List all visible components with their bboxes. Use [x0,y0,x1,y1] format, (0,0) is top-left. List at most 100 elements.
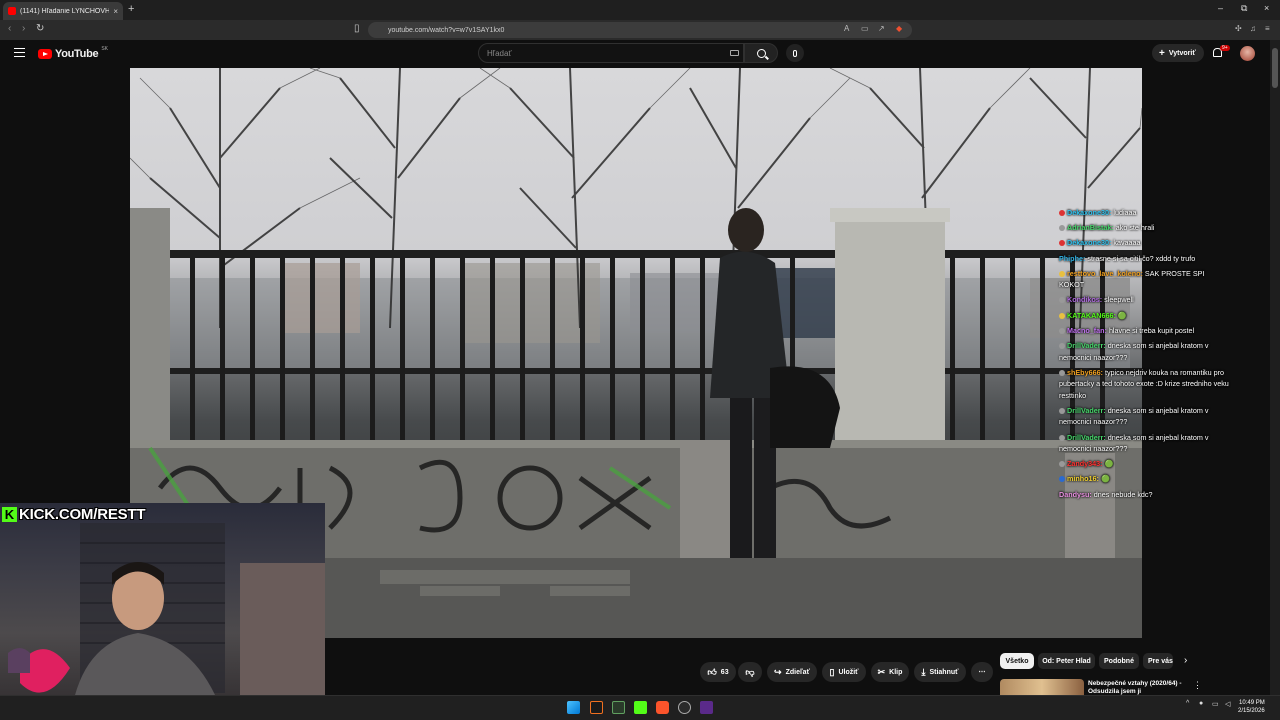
chat-message: Kondikos: sleepwell [1059,294,1229,306]
chip-related[interactable]: Podobné [1099,653,1139,669]
chat-username: Dekaxone30: [1067,208,1112,217]
chip-all[interactable]: Všetko [1000,653,1034,669]
chat-message: KATAKAN666: 🟢 [1059,310,1229,322]
search-button[interactable] [744,43,778,63]
chat-username: DrillVaderr: [1067,341,1106,350]
scrollbar-thumb[interactable] [1272,48,1278,88]
recommendation-title[interactable]: Nebezpečné vztahy (2020/64) - Odsudzila … [1088,680,1188,695]
new-tab-button[interactable]: + [128,3,134,15]
chat-message: Dekaxone30: kavaaaa [1059,237,1229,249]
chat-message: AdrianBistak: ako ste hrali [1059,222,1229,234]
chevron-right-icon[interactable]: › [1184,655,1187,666]
recommendation-more-icon[interactable]: ⋮ [1193,680,1202,691]
address-bar[interactable]: youtube.com/watch?v=w7v1SAY1kx0 [368,22,912,38]
youtube-logo[interactable]: YouTube SK [38,46,108,60]
share-label: Zdieľať [785,668,810,676]
bookmark-icon[interactable]: ▯ [354,23,360,34]
microphone-icon [793,49,797,57]
chat-text: 🟢 [1104,459,1114,469]
chat-username: AdrianBistak: [1067,223,1114,233]
like-button[interactable]: 👍︎ 63 [700,662,736,682]
translate-icon[interactable]: A [844,24,849,33]
browser-tab[interactable]: (1141) Hľadanie LYNCHOVHO × [3,2,123,20]
create-button[interactable]: + Vytvoriť [1152,44,1204,62]
clip-label: Klip [889,668,903,676]
keyboard-icon[interactable] [730,50,739,56]
chip-for-you[interactable]: Pre vás [1143,653,1173,669]
kick-app-icon[interactable] [634,701,647,714]
chat-badge-icon [1059,270,1065,277]
chat-badge-icon [1059,327,1065,334]
clip-button[interactable]: ✂ Klip [871,662,909,682]
cast-icon[interactable]: ▭ [861,24,869,33]
download-button[interactable]: ⤓ Stiahnuť [914,662,966,682]
chat-text: strasne si sa citil čo? xddd ty trufo [1087,253,1196,263]
chat-username: Dekaxone30: [1067,238,1112,248]
save-button[interactable]: ▯ Uložiť [822,662,866,682]
voice-search-button[interactable] [786,44,804,62]
app-twitch-icon[interactable] [700,701,713,714]
chat-badge-icon [1059,476,1065,483]
chat-username: Macno_fan: [1067,325,1107,335]
chip-from-channel[interactable]: Od: Peter Hlad [1038,653,1095,669]
chat-text: hlavne si treba kupit postel [1108,325,1195,335]
forward-arrow-icon[interactable]: › [22,23,25,34]
start-icon[interactable] [567,701,580,714]
chat-message: DrillVaderr: dneska som si anjebal krato… [1059,432,1229,455]
chat-username: DrillVaderr: [1067,405,1106,415]
page-scrollbar[interactable] [1270,40,1280,695]
create-label: Vytvoriť [1168,49,1196,57]
microphone-tray-icon[interactable]: ● [1199,700,1203,707]
clock-date: 2/15/2026 [1238,708,1265,714]
app-settings-icon[interactable] [678,701,691,714]
youtube-favicon-icon [8,7,16,15]
close-window-button[interactable]: × [1264,3,1269,13]
search-icon [756,48,766,58]
youtube-play-icon [38,49,52,59]
chat-message: Phiphe: strasne si sa citil čo? xddd ty … [1059,253,1229,265]
account-avatar[interactable] [1240,46,1255,61]
tab-title: (1141) Hľadanie LYNCHOVHO [20,7,110,15]
reload-icon[interactable]: ↻ [36,23,44,34]
share-page-icon[interactable]: ↗ [878,24,885,33]
search-input[interactable]: Hľadať [478,43,744,63]
system-clock[interactable]: 10:49 PM 2/15/2026 [1238,699,1265,715]
chat-username: Kondikos: [1067,295,1103,305]
chat-badge-icon [1059,343,1065,349]
chat-text: 🟢 [1100,474,1110,484]
chat-badge-icon [1059,369,1065,376]
chat-message: resttovo_lave_koleno: SAK PROSTE SPI KOK… [1059,268,1229,291]
download-icon: ⤓ [921,666,926,677]
tab-close-icon[interactable]: × [113,7,118,16]
chat-text: ako ste hrali [1115,223,1155,233]
app-terminal-icon[interactable] [590,701,603,714]
recommendation-thumbnail[interactable] [1000,679,1084,695]
network-icon[interactable]: ▭ [1212,700,1219,708]
menu-icon[interactable]: ≡ [1265,24,1270,33]
chat-username: resttovo_lave_koleno: [1067,268,1143,278]
save-label: Uložiť [838,668,859,676]
more-actions-button[interactable]: ⋯ [971,662,993,682]
chat-message: DrillVaderr: dneska som si anjebal krato… [1059,405,1229,428]
app-xbox-icon[interactable] [612,701,625,714]
chat-message: Zandy343: 🟢 [1059,458,1229,470]
guide-menu-icon[interactable] [14,48,25,57]
brave-browser-icon[interactable] [656,701,669,714]
minimize-button[interactable]: – [1218,3,1223,13]
brave-shield-icon[interactable]: ◆ [896,24,902,33]
chat-badge-icon [1059,210,1065,216]
chat-message: Macno_fan: hlavne si treba kupit postel [1059,325,1229,337]
back-arrow-icon[interactable]: ‹ [8,23,11,34]
webcam-frame [8,523,325,720]
chat-username: Zandy343: [1067,459,1103,469]
more-icon: ⋯ [978,669,986,676]
screen: (1141) Hľadanie LYNCHOVHO × + – ⧉ × ‹ › … [0,0,1280,720]
extensions-icon[interactable]: ✣ [1235,24,1242,33]
media-icon[interactable]: ♫ [1250,24,1256,33]
share-button[interactable]: ↪ Zdieľať [767,662,817,682]
dislike-button[interactable]: 👎︎ [738,662,762,682]
search-placeholder: Hľadať [487,48,512,58]
maximize-button[interactable]: ⧉ [1241,3,1247,14]
volume-icon[interactable]: ◁ [1225,700,1230,708]
tray-chevron-icon[interactable]: ^ [1186,700,1189,707]
